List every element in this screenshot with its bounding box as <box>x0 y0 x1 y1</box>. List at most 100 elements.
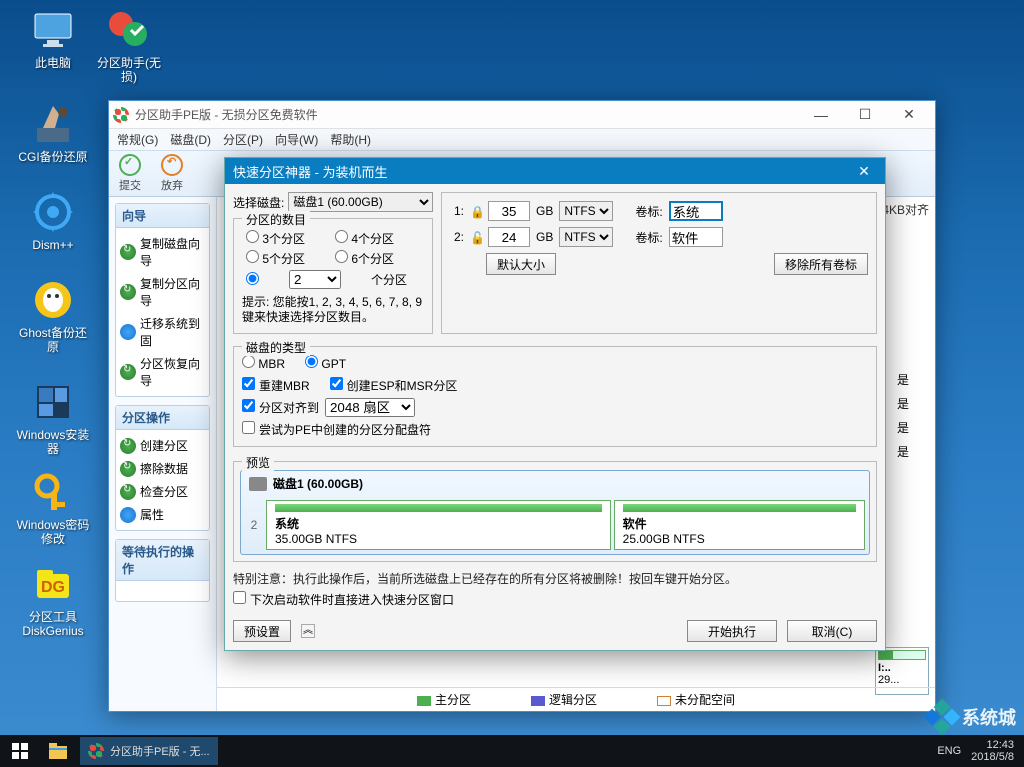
window-title: 分区助手PE版 - 无损分区免费软件 <box>135 106 318 123</box>
legend-logical-swatch <box>531 696 545 706</box>
default-size-button[interactable]: 默认大小 <box>486 253 556 275</box>
preset-button[interactable]: 预设置 <box>233 620 291 642</box>
desktop-icon-win-installer[interactable]: Windows安装器 <box>16 378 90 456</box>
radio-gpt[interactable]: GPT <box>305 355 346 371</box>
partition-count-select[interactable]: 2 <box>289 270 341 289</box>
select-disk-dropdown[interactable]: 磁盘1 (60.00GB) <box>288 192 433 212</box>
check-pe-letter[interactable]: 尝试为PE中创建的分区分配盘符 <box>242 423 431 437</box>
menu-help[interactable]: 帮助(H) <box>330 131 371 148</box>
radio-3-partitions[interactable]: 3个分区 <box>246 230 305 247</box>
start-button[interactable] <box>0 735 40 767</box>
fs-select-1[interactable]: NTFS <box>559 201 613 221</box>
radio-mbr[interactable]: MBR <box>242 355 285 371</box>
check-next-time[interactable]: 下次启动软件时直接进入快速分区窗口 <box>233 591 877 608</box>
wizard-icon <box>120 284 136 300</box>
wizard-item[interactable]: 迁移系统到固 <box>118 312 207 352</box>
menu-partition[interactable]: 分区(P) <box>223 131 263 148</box>
wizard-icon <box>120 324 136 340</box>
commit-button[interactable]: ✓提交 <box>119 154 141 193</box>
wizard-panel: 向导 复制磁盘向导 复制分区向导 迁移系统到固 分区恢复向导 <box>115 203 210 397</box>
preview-partition-2[interactable]: 软件 25.00GB NTFS <box>614 500 865 550</box>
fs-select-2[interactable]: NTFS <box>559 227 613 247</box>
maximize-button[interactable]: ☐ <box>843 104 887 126</box>
desktop-icon-cgi-backup[interactable]: CGI备份还原 <box>16 100 90 164</box>
check-rebuild-mbr[interactable]: 重建MBR <box>242 377 310 394</box>
wizard-item[interactable]: 分区恢复向导 <box>118 352 207 392</box>
radio-4-partitions[interactable]: 4个分区 <box>335 230 394 247</box>
quick-partition-dialog: 快速分区神器 - 为装机而生 ✕ 选择磁盘: 磁盘1 (60.00GB) 分区的… <box>224 157 886 651</box>
legend-unalloc-swatch <box>657 696 671 706</box>
size-input-1[interactable] <box>488 201 530 221</box>
menu-general[interactable]: 常规(G) <box>117 131 158 148</box>
tray-time[interactable]: 12:43 <box>971 739 1014 751</box>
tray-date[interactable]: 2018/5/8 <box>971 751 1014 763</box>
legend-primary-swatch <box>417 696 431 706</box>
disk-preview: 磁盘1 (60.00GB) 2 系统 35.00GB NTFS 软件 25.00… <box>240 470 870 555</box>
op-item[interactable]: 属性 <box>118 503 207 526</box>
partition-row-2: 2: 🔓 GB NTFS 卷标: <box>450 227 868 247</box>
desktop-icon-diskgenius[interactable]: DG分区工具DiskGenius <box>16 560 90 638</box>
preview-partition-1[interactable]: 系统 35.00GB NTFS <box>266 500 611 550</box>
disk-type-group: 磁盘的类型 MBR GPT 重建MBR 创建ESP和MSR分区 分区对齐到 20… <box>233 346 877 447</box>
app-icon <box>113 107 129 123</box>
radio-custom-partitions[interactable] <box>246 272 259 288</box>
check-align[interactable]: 分区对齐到 <box>242 399 319 416</box>
op-icon <box>120 438 136 454</box>
taskbar: 分区助手PE版 - 无... ENG 12:43 2018/5/8 <box>0 735 1024 767</box>
warning-text: 特别注意：执行此操作后，当前所选磁盘上已经存在的所有分区将被删除！按回车键开始分… <box>233 570 877 587</box>
dialog-title-bar: 快速分区神器 - 为装机而生 ✕ <box>225 158 885 184</box>
disk-icon <box>249 477 267 491</box>
partition-rows-group: 1: 🔒 GB NTFS 卷标: 2: 🔓 GB NTFS 卷标: <box>441 192 877 334</box>
clear-labels-button[interactable]: 移除所有卷标 <box>774 253 868 275</box>
desktop-icon-ghost[interactable]: Ghost备份还原 <box>16 276 90 354</box>
ops-panel: 分区操作 创建分区 擦除数据 检查分区 属性 <box>115 405 210 531</box>
label-input-1[interactable] <box>669 201 723 221</box>
lock-icon[interactable]: 🔒 <box>470 205 482 217</box>
align-select[interactable]: 2048 扇区 <box>325 398 415 417</box>
discard-button[interactable]: ↶放弃 <box>161 154 183 193</box>
op-item[interactable]: 擦除数据 <box>118 457 207 480</box>
svg-text:DG: DG <box>41 579 65 596</box>
taskbar-explorer-icon[interactable] <box>40 737 76 765</box>
start-button[interactable]: 开始执行 <box>687 620 777 642</box>
wizard-item[interactable]: 复制磁盘向导 <box>118 232 207 272</box>
taskbar-app-button[interactable]: 分区助手PE版 - 无... <box>80 737 218 765</box>
preview-group: 预览 磁盘1 (60.00GB) 2 系统 35.00GB NTFS 软件 25… <box>233 461 877 562</box>
system-tray: ENG 12:43 2018/5/8 <box>927 739 1024 763</box>
dialog-close-button[interactable]: ✕ <box>851 163 877 180</box>
desktop-icon-dism[interactable]: Dism++ <box>16 188 90 252</box>
label-input-2[interactable] <box>669 227 723 247</box>
pending-panel: 等待执行的操作 <box>115 539 210 602</box>
desktop-icon-this-pc[interactable]: 此电脑 <box>16 6 90 70</box>
op-item[interactable]: 创建分区 <box>118 434 207 457</box>
radio-6-partitions[interactable]: 6个分区 <box>335 250 394 267</box>
count-hint: 提示: 您能按1, 2, 3, 4, 5, 6, 7, 8, 9键来快速选择分区… <box>242 295 424 325</box>
wizard-icon <box>120 364 136 380</box>
wizard-icon <box>120 244 136 260</box>
select-disk-label: 选择磁盘: <box>233 194 284 211</box>
wizard-item[interactable]: 复制分区向导 <box>118 272 207 312</box>
menu-wizard[interactable]: 向导(W) <box>275 131 318 148</box>
close-button[interactable]: ✕ <box>887 104 931 126</box>
watermark: 系统城 <box>928 703 1016 731</box>
left-pane: 向导 复制磁盘向导 复制分区向导 迁移系统到固 分区恢复向导 分区操作 创建分区… <box>109 197 217 711</box>
menu-bar: 常规(G) 磁盘(D) 分区(P) 向导(W) 帮助(H) <box>109 129 935 151</box>
check-create-esp[interactable]: 创建ESP和MSR分区 <box>330 377 458 394</box>
desktop-icon-password[interactable]: Windows密码修改 <box>16 468 90 546</box>
cancel-button[interactable]: 取消(C) <box>787 620 877 642</box>
minimize-button[interactable]: — <box>799 104 843 126</box>
col-align: 4KB对齐 <box>882 201 929 218</box>
partition-count-group: 分区的数目 3个分区 4个分区 5个分区 6个分区 2 个分区 提示: 您能按1… <box>233 218 433 334</box>
preset-chevron-icon[interactable]: ︽ <box>301 624 315 638</box>
dialog-title: 快速分区神器 - 为装机而生 <box>233 162 388 181</box>
radio-5-partitions[interactable]: 5个分区 <box>246 250 305 267</box>
lock-icon[interactable]: 🔓 <box>470 231 482 243</box>
op-item[interactable]: 检查分区 <box>118 480 207 503</box>
tray-lang[interactable]: ENG <box>937 745 961 757</box>
desktop-icon-partition-assistant[interactable]: 分区助手(无损) <box>92 6 166 84</box>
partition-row-1: 1: 🔒 GB NTFS 卷标: <box>450 201 868 221</box>
menu-disk[interactable]: 磁盘(D) <box>170 131 211 148</box>
legend: 主分区 逻辑分区 未分配空间 <box>217 687 935 711</box>
size-input-2[interactable] <box>488 227 530 247</box>
op-icon <box>120 461 136 477</box>
